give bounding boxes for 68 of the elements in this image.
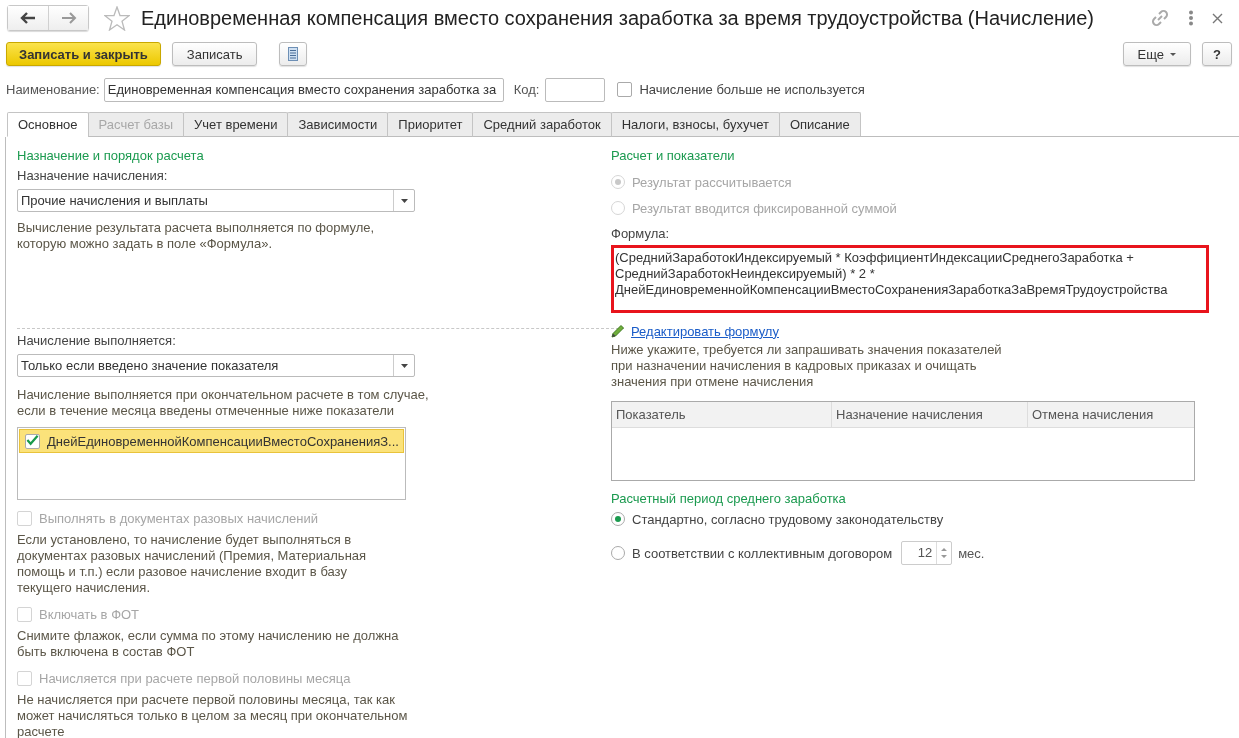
tab[interactable]: Зависимости xyxy=(287,112,389,137)
section-title: Расчетный период среднего заработка xyxy=(611,491,847,507)
dropdown-icon xyxy=(400,363,408,368)
radio-button[interactable] xyxy=(611,512,625,526)
list-button[interactable] xyxy=(279,42,308,66)
hint-text: Вычисление результата расчета выполняется по формуле, которую можно задать в поле «Формула». xyxy=(17,220,376,252)
pencil-icon xyxy=(611,324,625,338)
field-label: Начисление выполняется: xyxy=(17,333,177,349)
tab[interactable]: Учет времени xyxy=(183,112,289,137)
months-field[interactable]: 12 xyxy=(901,541,953,565)
formula-line: (СреднийЗаработокИндексируемый * КоэффициентИндексацииСреднегоЗаработка + xyxy=(615,250,1135,266)
checkbox-label: Начисляется при расчете первой половины месяца xyxy=(39,670,351,686)
checkbox-label: Выполнять в документах разовых начислений xyxy=(39,510,319,526)
radio-label: Стандартно, согласно трудовому законодательству xyxy=(632,511,944,527)
save-and-close-button[interactable]: Записать и закрыть xyxy=(6,42,161,66)
edit-formula-link[interactable]: Редактировать формулу xyxy=(631,323,779,339)
tab[interactable]: Средний заработок xyxy=(472,112,612,137)
hint-text: Если установлено, то начисление будет выполняться в документах разовых начислений (Премия, Материальная помощь и т.п.) если разовое начисление входит в базу текущего начисления. xyxy=(17,532,368,596)
tab[interactable]: Основное xyxy=(7,112,89,137)
checkbox-label: Включать в ФОТ xyxy=(39,606,140,622)
field-label: Код: xyxy=(513,82,540,97)
window-title: Единовременная компенсация вместо сохранения заработка за время трудоустройства (Начисление) xyxy=(141,6,1094,30)
link-icon[interactable] xyxy=(1150,8,1170,28)
star-icon[interactable] xyxy=(104,5,130,31)
checkbox[interactable] xyxy=(25,433,40,449)
formula-line: ДнейЕдиновременнойКомпенсацииВместоСохраненияЗаработкаЗаВремяТрудоустройства xyxy=(615,282,1169,298)
field-label: Назначение начисления: xyxy=(17,168,169,184)
more-button[interactable]: Еще xyxy=(1122,42,1192,66)
dropdown-field[interactable]: Только если введено значение показателя xyxy=(17,354,415,377)
radio-label: Результат рассчитывается xyxy=(632,174,792,190)
code-field[interactable] xyxy=(545,77,606,102)
radio-button[interactable] xyxy=(611,546,625,560)
tab[interactable]: Приоритет xyxy=(387,112,474,137)
formula-field[interactable]: (СреднийЗаработокИндексируемый * КоэффициентИндексацииСреднегоЗаработка + СреднийЗаработокНеиндексируемый) * 2 * ДнейЕдиновременнойКомпенсацииВместоСохраненияЗаработкаЗаВремяТрудоустройства xyxy=(611,245,1209,313)
column-header[interactable]: Отмена начисления xyxy=(1028,402,1194,427)
list-icon xyxy=(288,47,299,61)
help-button[interactable]: ? xyxy=(1202,42,1232,66)
dropdown-field[interactable]: Прочие начисления и выплаты xyxy=(17,189,415,212)
column-header[interactable]: Назначение начисления xyxy=(832,402,1028,427)
hint-text: Снимите флажок, если сумма по этому начислению не должна быть включена в состав ФОТ xyxy=(17,628,400,660)
formula-line: СреднийЗаработокНеиндексируемый) * 2 * xyxy=(615,266,876,282)
dropdown-icon xyxy=(400,198,408,203)
checkbox-label: Начисление больше не используется xyxy=(639,82,865,97)
field-label: Формула: xyxy=(611,226,671,242)
hint-text: Ниже укажите, требуется ли запрашивать значения показателей при назначении начисления в кадровых приказах и очищать значения при отмене начисления xyxy=(611,342,1003,390)
tab[interactable]: Описание xyxy=(778,112,861,137)
field-label: Наименование: xyxy=(6,82,100,97)
list-item[interactable]: ДнейЕдиновременнойКомпенсацииВместоСохраненияЗ... xyxy=(19,429,404,453)
column-header[interactable]: Показатель xyxy=(612,402,832,427)
spin-arrows-icon xyxy=(941,547,948,559)
hint-text: Не начисляется при расчете первой половины месяца, так как может начисляться только в целом за месяц при окончательном расчете xyxy=(17,692,409,738)
name-field[interactable]: Единовременная компенсация вместо сохранения заработка за xyxy=(103,77,504,102)
radio-label: Результат вводится фиксированной суммой xyxy=(632,200,897,216)
section-title: Назначение и порядок расчета xyxy=(17,148,205,164)
section-title: Расчет и показатели xyxy=(611,148,736,164)
back-arrow-icon xyxy=(20,12,36,24)
hint-text: Начисление выполняется при окончательном расчете в том случае, если в течение месяца введены отмеченные ниже показатели xyxy=(17,387,430,419)
unit-label: мес. xyxy=(958,545,985,561)
list-item-label: ДнейЕдиновременнойКомпенсацииВместоСохраненияЗ... xyxy=(47,433,399,449)
radio-label: В соответствии с коллективным договором xyxy=(632,545,893,561)
tab[interactable]: Налоги, взносы, бухучет xyxy=(610,112,780,137)
checkbox[interactable] xyxy=(617,82,633,97)
more-icon[interactable] xyxy=(1188,10,1194,26)
forward-arrow-icon xyxy=(60,12,77,24)
close-icon[interactable] xyxy=(1212,12,1223,24)
caret-icon xyxy=(1170,52,1177,56)
back-button[interactable] xyxy=(8,6,48,30)
save-button[interactable]: Записать xyxy=(171,42,258,66)
